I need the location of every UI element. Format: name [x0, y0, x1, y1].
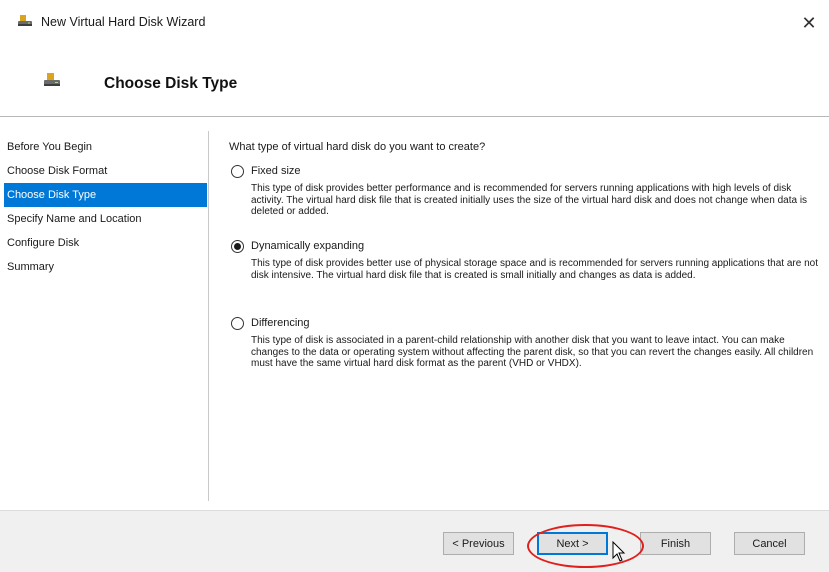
sidebar-divider [208, 131, 209, 501]
window-title: New Virtual Hard Disk Wizard [41, 15, 206, 29]
wizard-footer: < Previous Next > Finish Cancel [0, 510, 829, 572]
wizard-content: Before You Begin Choose Disk Format Choo… [0, 117, 829, 510]
differencing-label[interactable]: Differencing [251, 317, 310, 329]
cancel-button[interactable]: Cancel [734, 532, 805, 555]
step-choose-disk-format[interactable]: Choose Disk Format [4, 159, 207, 183]
step-summary[interactable]: Summary [4, 255, 207, 279]
wizard-steps: Before You Begin Choose Disk Format Choo… [4, 135, 207, 279]
disk-icon [44, 73, 60, 86]
page-title: Choose Disk Type [104, 75, 238, 92]
step-configure-disk[interactable]: Configure Disk [4, 231, 207, 255]
finish-button[interactable]: Finish [640, 532, 711, 555]
disk-icon [18, 15, 32, 26]
differencing-description: This type of disk is associated in a par… [251, 335, 814, 370]
fixed-size-label[interactable]: Fixed size [251, 165, 301, 177]
fixed-size-radio[interactable] [231, 165, 244, 178]
wizard-steps-sidebar: Before You Begin Choose Disk Format Choo… [0, 117, 207, 510]
differencing-radio[interactable] [231, 317, 244, 330]
close-icon: ✕ [801, 12, 817, 33]
step-choose-disk-type[interactable]: Choose Disk Type [4, 183, 207, 207]
next-button[interactable]: Next > [537, 532, 608, 555]
close-button[interactable]: ✕ [789, 6, 829, 40]
step-specify-name-and-location[interactable]: Specify Name and Location [4, 207, 207, 231]
dynamically-expanding-label[interactable]: Dynamically expanding [251, 240, 364, 252]
dynamically-expanding-description: This type of disk provides better use of… [251, 258, 818, 281]
dynamically-expanding-radio[interactable] [231, 240, 244, 253]
disk-type-question: What type of virtual hard disk do you wa… [229, 141, 486, 153]
step-before-you-begin[interactable]: Before You Begin [4, 135, 207, 159]
fixed-size-description: This type of disk provides better perfor… [251, 183, 808, 218]
previous-button[interactable]: < Previous [443, 532, 514, 555]
title-bar: New Virtual Hard Disk Wizard ✕ [0, 0, 829, 46]
wizard-header: Choose Disk Type [0, 46, 829, 116]
